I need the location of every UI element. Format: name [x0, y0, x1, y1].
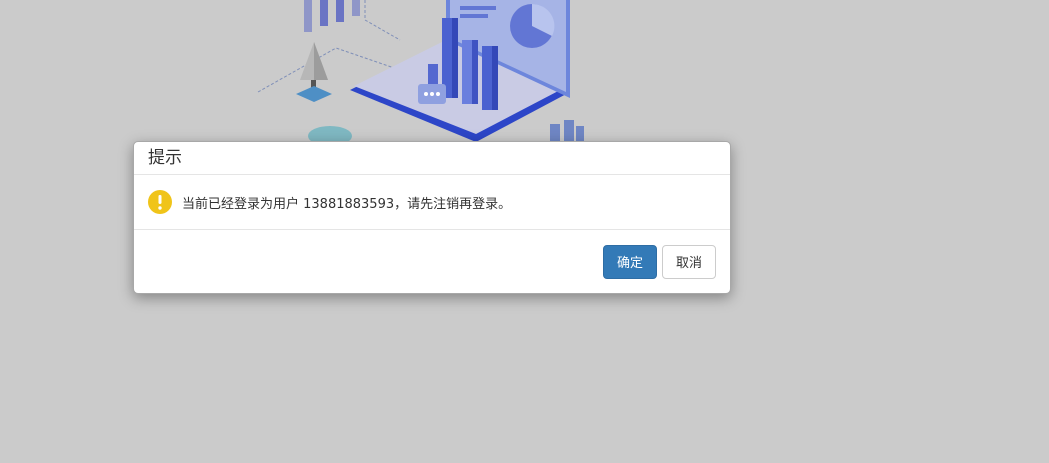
dialog-message: 当前已经登录为用户 13881883593，请先注销再登录。 [182, 196, 512, 212]
warning-icon [148, 190, 172, 214]
dialog-footer: 确定 取消 [134, 230, 730, 293]
alert-dialog: 提示 当前已经登录为用户 13881883593，请先注销再登录。 确定 取消 [133, 141, 731, 294]
dialog-body: 当前已经登录为用户 13881883593，请先注销再登录。 [134, 175, 730, 230]
dialog-title: 提示 [148, 148, 182, 168]
cancel-button[interactable]: 取消 [662, 244, 716, 279]
dialog-header: 提示 [134, 142, 730, 175]
dashboard-illustration [257, 0, 584, 146]
confirm-button[interactable]: 确定 [603, 244, 657, 279]
